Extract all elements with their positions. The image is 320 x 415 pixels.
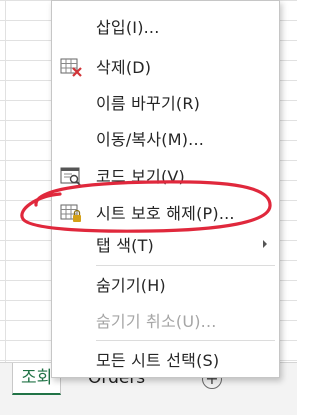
menu-item-label: 탭 색(T)	[96, 236, 154, 255]
delete-sheet-icon	[60, 57, 84, 79]
menu-item-rename[interactable]: 이름 바꾸기(R)	[52, 87, 279, 121]
menu-item-label: 숨기기(H)	[96, 276, 166, 295]
menu-item-hide[interactable]: 숨기기(H)	[52, 269, 279, 303]
menu-item-insert[interactable]: 삽입(I)...	[52, 11, 279, 45]
unprotect-sheet-icon	[60, 203, 84, 225]
menu-separator	[96, 340, 275, 341]
menu-item-move-copy[interactable]: 이동/복사(M)...	[52, 123, 279, 157]
sheet-context-menu: 삽입(I)... 삭제(D) 이름 바꾸기(R) 이동/복사(M)... 코드 …	[51, 0, 280, 378]
menu-item-label: 숨기기 취소(U)...	[96, 312, 217, 331]
menu-item-label: 이동/복사(M)...	[96, 130, 205, 149]
menu-item-select-all-sheets[interactable]: 모든 시트 선택(S)	[52, 344, 279, 378]
menu-item-unhide: 숨기기 취소(U)...	[52, 305, 279, 339]
menu-item-label: 모든 시트 선택(S)	[96, 351, 220, 370]
menu-item-label: 삽입(I)...	[96, 18, 160, 37]
menu-item-tab-color[interactable]: 탭 색(T)	[52, 229, 279, 263]
menu-item-label: 이름 바꾸기(R)	[96, 94, 201, 113]
view-code-icon	[60, 166, 84, 188]
menu-item-view-code[interactable]: 코드 보기(V)	[52, 160, 279, 194]
menu-item-label: 시트 보호 해제(P)...	[96, 204, 235, 223]
menu-item-label: 삭제(D)	[96, 58, 152, 77]
menu-item-delete[interactable]: 삭제(D)	[52, 51, 279, 85]
menu-separator	[96, 265, 275, 266]
submenu-arrow-icon	[263, 240, 267, 248]
menu-item-label: 코드 보기(V)	[96, 167, 185, 186]
menu-item-unprotect-sheet[interactable]: 시트 보호 해제(P)...	[52, 197, 279, 231]
